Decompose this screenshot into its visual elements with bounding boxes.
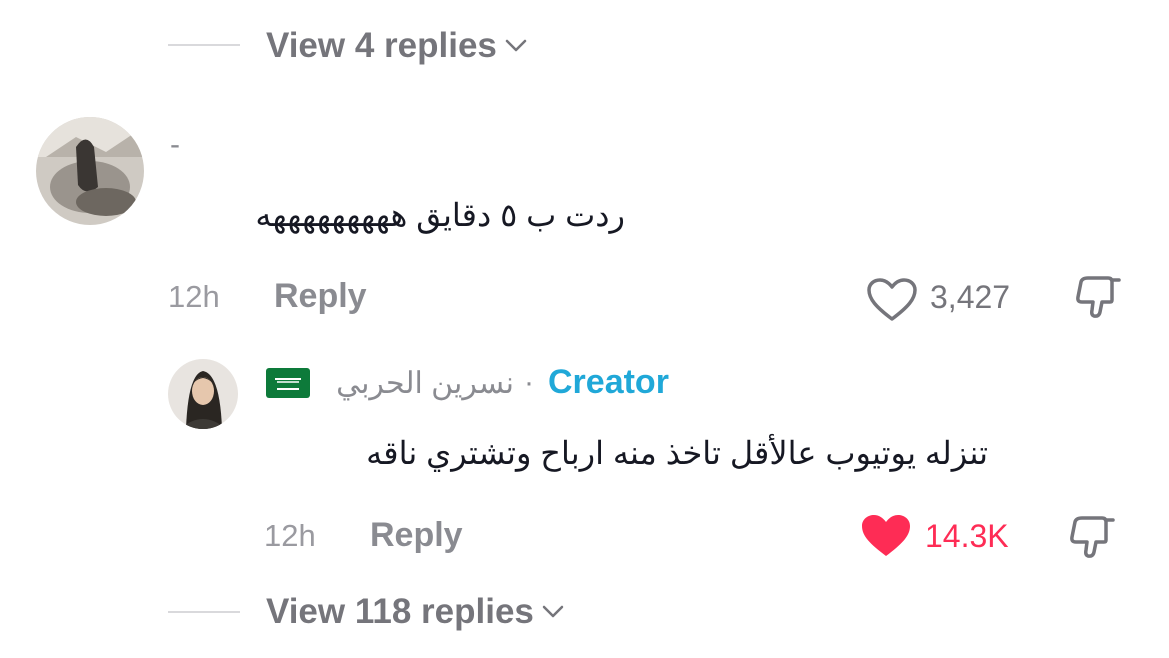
heart-filled-icon[interactable]: [860, 513, 912, 559]
separator-dot: ·: [524, 366, 534, 399]
reply-like-count: 14.3K: [925, 518, 1009, 554]
avatar[interactable]: [36, 117, 144, 225]
chevron-down-icon: [542, 605, 564, 618]
reply-timestamp: 12h: [264, 518, 316, 553]
chevron-down-icon: [505, 39, 527, 52]
dislike-icon[interactable]: [1066, 512, 1116, 562]
saudi-arabia-flag-icon: [266, 368, 310, 398]
reply-to-reply-button[interactable]: Reply: [370, 516, 463, 555]
thread-divider: [168, 611, 240, 613]
thread-divider: [168, 44, 240, 46]
reply-button[interactable]: Reply: [274, 277, 367, 316]
creator-badge: Creator: [548, 363, 669, 401]
view-replies-button[interactable]: View 4 replies: [266, 24, 527, 68]
reply-username[interactable]: نسرين الحربي: [336, 366, 514, 401]
comment-timestamp: 12h: [168, 279, 220, 314]
comment-text: ردت ب ٥ دقايق هههههههههه: [255, 197, 625, 233]
comment-username[interactable]: -: [170, 128, 180, 162]
reply-text: تنزله يوتيوب عالأقل تاخذ منه ارباح وتشتر…: [366, 435, 988, 471]
view-replies-button[interactable]: View 118 replies: [266, 590, 564, 634]
heart-outline-icon[interactable]: [866, 277, 918, 323]
like-count: 3,427: [930, 279, 1011, 315]
view-replies-label: View 118 replies: [266, 592, 534, 631]
dislike-icon[interactable]: [1072, 272, 1122, 322]
view-replies-label: View 4 replies: [266, 26, 497, 65]
creator-avatar[interactable]: [168, 359, 238, 429]
